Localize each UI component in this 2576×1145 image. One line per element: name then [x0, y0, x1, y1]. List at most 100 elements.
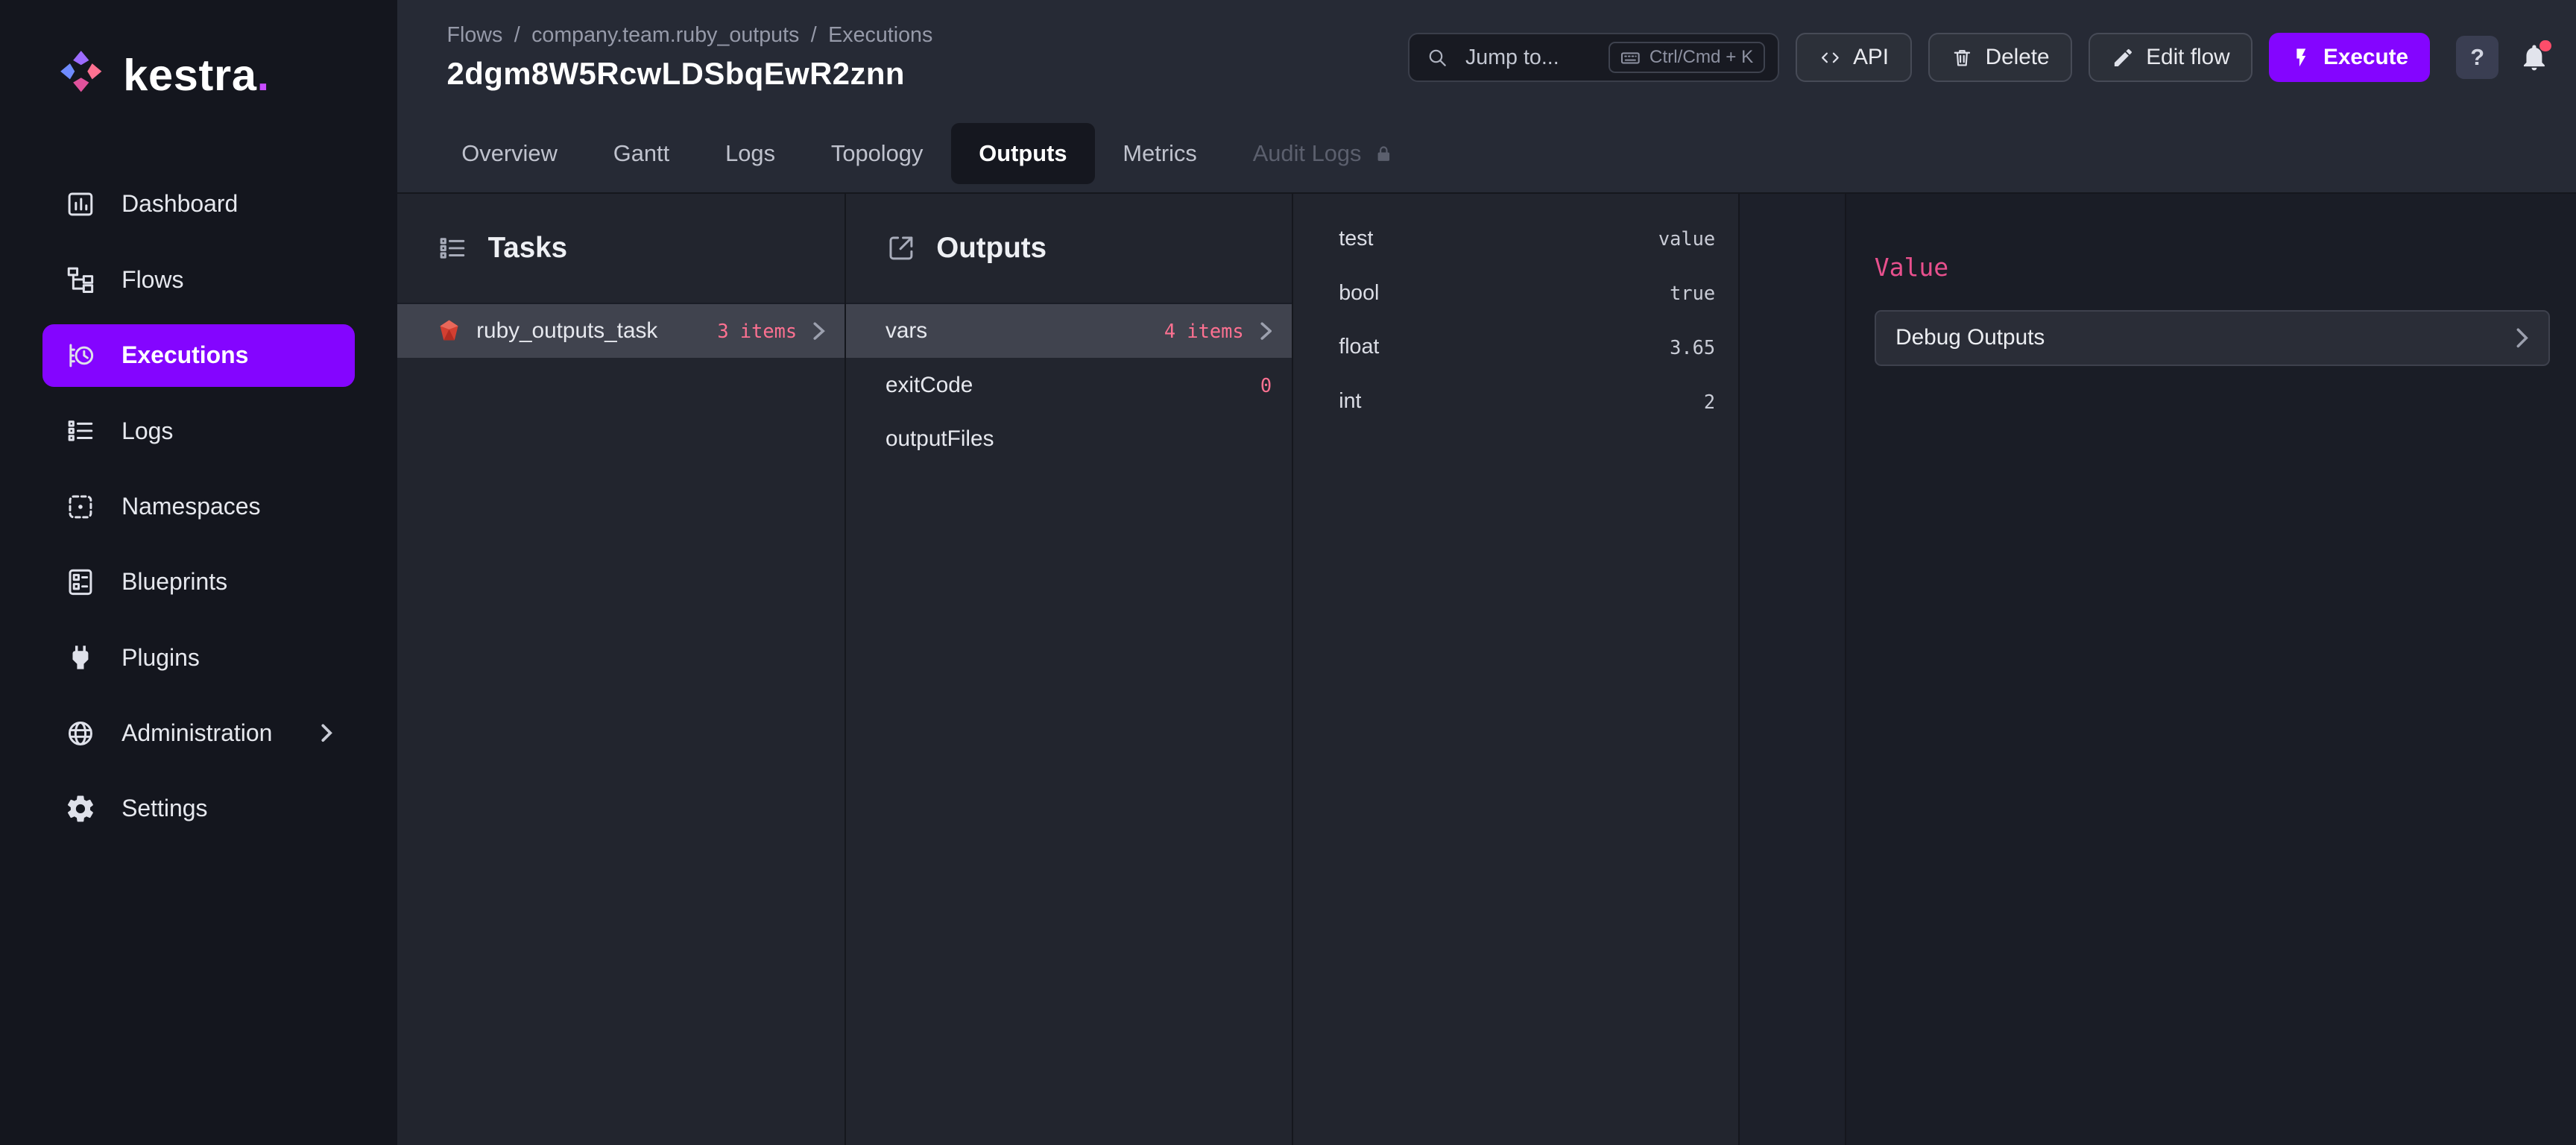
kv-row-int: int 2 [1293, 374, 1738, 429]
task-row-label: ruby_outputs_task [476, 318, 657, 344]
kv-row-test: test value [1293, 212, 1738, 266]
sidebar-item-label: Settings [121, 795, 207, 822]
kestra-logo[interactable]: kestra. [0, 0, 397, 101]
sidebar-item-plugins[interactable]: Plugins [42, 626, 355, 689]
tab-topology[interactable]: Topology [803, 115, 950, 192]
breadcrumb: Flows / company.team.ruby_outputs / Exec… [446, 23, 932, 48]
chevron-right-icon [2516, 327, 2529, 349]
tasks-column-header: Tasks [397, 194, 845, 304]
output-row-exitcode[interactable]: exitCode 0 [846, 358, 1291, 412]
chevron-right-icon [813, 322, 824, 340]
execution-id-title: 2dgm8W5RcwLDSbqEwR2znn [446, 56, 932, 92]
sidebar-item-label: Namespaces [121, 493, 260, 520]
output-row-outputfiles[interactable]: outputFiles [846, 412, 1291, 467]
top-bar-actions: Ctrl/Cmd + K API Delete [1408, 33, 2550, 82]
sidebar: kestra. Dashboard Flows Executions [0, 0, 397, 1145]
search-shortcut: Ctrl/Cmd + K [1609, 42, 1764, 72]
tab-metrics[interactable]: Metrics [1095, 115, 1225, 192]
keyboard-icon [1620, 47, 1641, 69]
kv-row-bool: bool true [1293, 266, 1738, 321]
output-row-label: vars [886, 318, 927, 344]
debug-outputs-label: Debug Outputs [1895, 325, 2045, 350]
lightning-icon [2291, 47, 2312, 69]
breadcrumb-executions[interactable]: Executions [828, 23, 932, 48]
execution-tabs: Overview Gantt Logs Topology Outputs Met… [397, 115, 2576, 192]
kv-row-float: float 3.65 [1293, 321, 1738, 375]
task-row-count: 3 items [717, 320, 797, 342]
edit-flow-button[interactable]: Edit flow [2089, 33, 2253, 82]
kestra-logo-icon [59, 49, 104, 101]
kv-key: float [1339, 335, 1379, 359]
sidebar-item-dashboard[interactable]: Dashboard [42, 173, 355, 236]
sidebar-item-settings[interactable]: Settings [42, 777, 355, 840]
sidebar-item-administration[interactable]: Administration [42, 702, 355, 765]
delete-button[interactable]: Delete [1928, 33, 2073, 82]
sidebar-item-namespaces[interactable]: Namespaces [42, 476, 355, 538]
search-icon [1426, 46, 1449, 69]
top-bar-left: Flows / company.team.ruby_outputs / Exec… [446, 23, 932, 92]
outputs-debug-view: Tasks ruby_outputs_task 3 items [397, 192, 2576, 1145]
kv-key: test [1339, 227, 1373, 251]
outputs-column: Outputs vars 4 items exitCode 0 outputFi… [846, 194, 1292, 1145]
output-row-label: outputFiles [886, 426, 994, 452]
sidebar-item-label: Plugins [121, 644, 200, 672]
breadcrumb-namespace[interactable]: company.team.ruby_outputs [531, 23, 799, 48]
sidebar-item-flows[interactable]: Flows [42, 248, 355, 311]
sidebar-item-executions[interactable]: Executions [42, 324, 355, 387]
notification-dot [2539, 40, 2551, 51]
tab-outputs[interactable]: Outputs [951, 123, 1095, 184]
search-input[interactable] [1462, 43, 1596, 71]
logs-icon [64, 414, 97, 447]
help-button[interactable]: ? [2456, 36, 2498, 78]
output-row-count: 4 items [1164, 320, 1244, 342]
app-root: kestra. Dashboard Flows Executions [0, 0, 2576, 1145]
chevron-right-icon [1260, 322, 1272, 340]
execute-button[interactable]: Execute [2269, 33, 2429, 82]
output-row-vars[interactable]: vars 4 items [846, 304, 1291, 359]
kv-value: true [1670, 282, 1715, 304]
ruby-gem-icon [437, 318, 461, 343]
output-row-count: 0 [1260, 374, 1272, 397]
sidebar-item-logs[interactable]: Logs [42, 400, 355, 462]
chevron-right-icon [321, 723, 334, 742]
value-panel-title: Value [1875, 253, 2550, 282]
kestra-logo-text: kestra. [123, 49, 270, 101]
sidebar-item-label: Dashboard [121, 190, 238, 218]
top-bar: Flows / company.team.ruby_outputs / Exec… [397, 0, 2576, 115]
sidebar-item-label: Blueprints [121, 568, 227, 596]
tasks-column-title: Tasks [488, 232, 567, 265]
api-button[interactable]: API [1796, 33, 1912, 82]
sidebar-item-blueprints[interactable]: Blueprints [42, 551, 355, 613]
pencil-icon [2112, 46, 2135, 69]
kv-value: value [1658, 227, 1715, 250]
sidebar-menu: Dashboard Flows Executions Logs [0, 166, 397, 846]
debug-outputs-button[interactable]: Debug Outputs [1875, 310, 2550, 366]
outputs-column-header: Outputs [846, 194, 1291, 304]
breadcrumb-separator: / [811, 23, 817, 48]
tab-gantt[interactable]: Gantt [585, 115, 697, 192]
trash-icon [1951, 46, 1974, 69]
sidebar-item-label: Administration [121, 719, 272, 747]
notifications-bell-icon[interactable] [2519, 42, 2550, 73]
tab-overview[interactable]: Overview [434, 115, 585, 192]
vars-values-column: test value bool true float 3.65 int 2 [1293, 194, 1740, 1145]
kv-value: 3.65 [1670, 336, 1715, 359]
lock-icon [1373, 143, 1395, 165]
next-level-empty-column [1740, 194, 1846, 1145]
sidebar-item-label: Executions [121, 341, 248, 369]
kv-key: int [1339, 389, 1361, 414]
tab-audit-logs[interactable]: Audit Logs [1225, 115, 1422, 192]
task-row-ruby-outputs-task[interactable]: ruby_outputs_task 3 items [397, 304, 845, 359]
tasks-list-icon [437, 233, 468, 264]
sidebar-item-label: Flows [121, 266, 183, 294]
jump-to-search[interactable]: Ctrl/Cmd + K [1408, 33, 1779, 82]
tasks-column: Tasks ruby_outputs_task 3 items [397, 194, 846, 1145]
breadcrumb-flows[interactable]: Flows [446, 23, 502, 48]
value-detail-panel: Value Debug Outputs [1846, 194, 2576, 1145]
tab-logs[interactable]: Logs [698, 115, 804, 192]
api-icon [1819, 46, 1842, 69]
sidebar-item-label: Logs [121, 417, 173, 445]
outputs-export-icon [886, 233, 917, 264]
plugins-icon [64, 641, 97, 674]
output-row-label: exitCode [886, 373, 973, 398]
